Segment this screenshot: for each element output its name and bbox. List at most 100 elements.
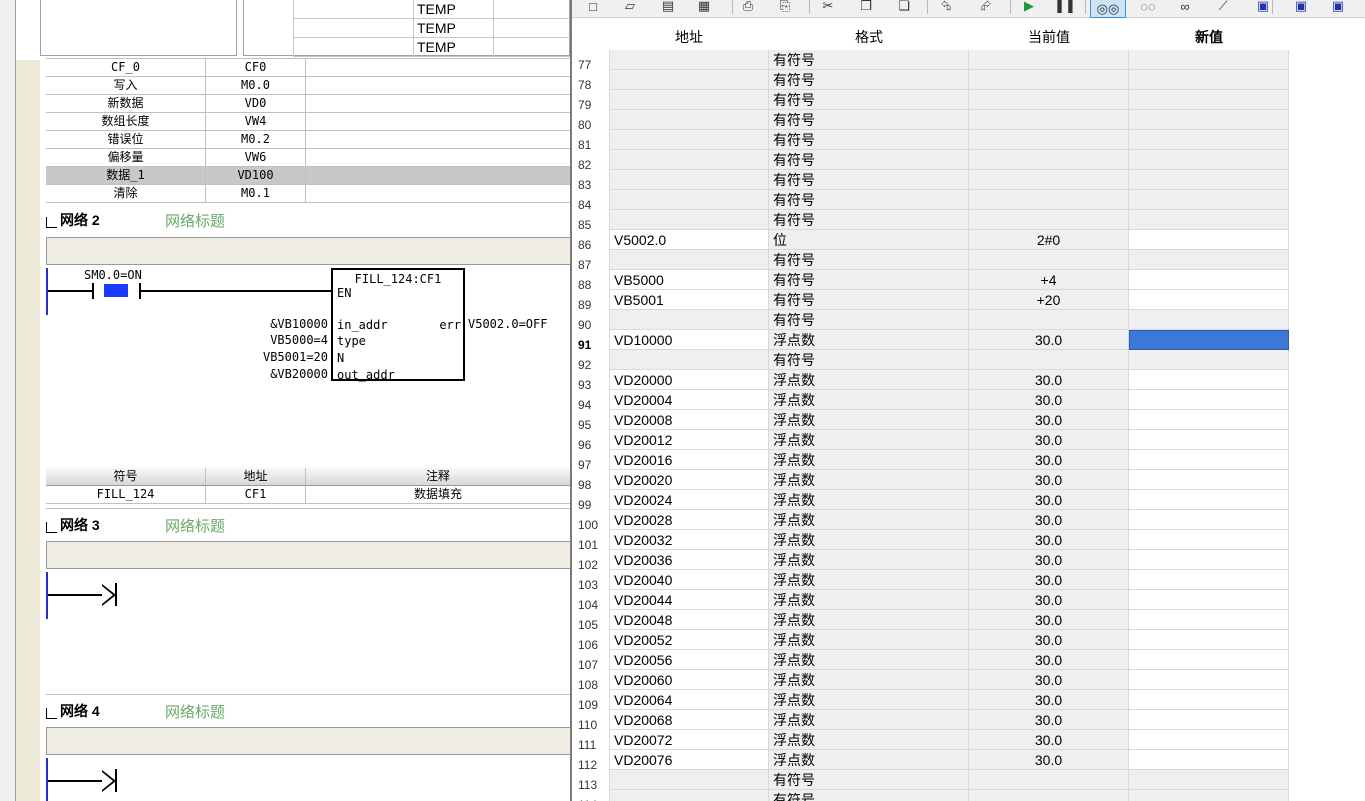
lock-icon[interactable]: ▣ [1254, 0, 1272, 14]
format-cell[interactable]: 浮点数 [769, 550, 969, 570]
new-value-cell[interactable] [1129, 590, 1289, 610]
new-value-cell[interactable] [1129, 290, 1289, 310]
format-cell[interactable]: 浮点数 [769, 750, 969, 770]
save-icon[interactable]: ▤ [659, 0, 677, 14]
header-address[interactable]: 地址 [609, 26, 769, 50]
contact-on-indicator[interactable] [104, 284, 128, 297]
format-cell[interactable]: 有符号 [769, 170, 969, 190]
format-cell[interactable]: 浮点数 [769, 570, 969, 590]
format-cell[interactable]: 浮点数 [769, 410, 969, 430]
new-value-cell[interactable] [1129, 610, 1289, 630]
format-cell[interactable]: 有符号 [769, 50, 969, 70]
format-cell[interactable]: 浮点数 [769, 650, 969, 670]
format-cell[interactable]: 有符号 [769, 310, 969, 330]
stop-icon[interactable]: ❚❚ [1054, 0, 1076, 14]
new-value-cell[interactable] [1129, 190, 1289, 210]
network-4-comment[interactable] [46, 727, 570, 755]
new-value-cell[interactable] [1129, 450, 1289, 470]
chart-row[interactable]: 113 有符号 [572, 770, 1365, 790]
address-cell[interactable] [609, 150, 769, 170]
chart-row[interactable]: 112 VD20076 浮点数 30.0 [572, 750, 1365, 770]
new-value-cell[interactable] [1129, 130, 1289, 150]
format-cell[interactable]: 浮点数 [769, 430, 969, 450]
address-cell[interactable] [609, 110, 769, 130]
paste-icon[interactable]: ❏ [895, 0, 913, 14]
fill-124-block[interactable]: FILL_124:CF1 EN in_addr type N out_addr … [331, 268, 465, 382]
address-cell[interactable]: VD20000 [609, 370, 769, 390]
new-value-cell[interactable] [1129, 630, 1289, 650]
lad-editor[interactable]: TEMP TEMP TEMP CF_0 CF0 写入 M0.0 新数据 VD0 数组长度 VW… [0, 0, 570, 801]
write-all-icon[interactable]: ∞ [1176, 0, 1194, 14]
chart-row[interactable]: 104 VD20044 浮点数 30.0 [572, 590, 1365, 610]
table-row[interactable]: CF_0 CF0 [46, 59, 570, 77]
collapse-icon[interactable] [46, 216, 57, 228]
table-row[interactable]: 数组长度 VW4 [46, 113, 570, 131]
table-row[interactable]: 写入 M0.0 [46, 77, 570, 95]
format-cell[interactable]: 浮点数 [769, 710, 969, 730]
chart-row[interactable]: 102 VD20036 浮点数 30.0 [572, 550, 1365, 570]
chart-row[interactable]: 81 有符号 [572, 130, 1365, 150]
format-cell[interactable]: 浮点数 [769, 370, 969, 390]
format-cell[interactable]: 有符号 [769, 70, 969, 90]
new-value-cell[interactable] [1129, 470, 1289, 490]
chart-row[interactable]: 85 有符号 [572, 210, 1365, 230]
new-value-cell[interactable] [1129, 310, 1289, 330]
format-cell[interactable]: 浮点数 [769, 470, 969, 490]
table-row[interactable]: 数据_1 VD100 [46, 167, 570, 185]
new-value-cell[interactable] [1129, 730, 1289, 750]
chart-status-icon[interactable]: ◎◎ [1090, 0, 1126, 18]
format-cell[interactable]: 有符号 [769, 290, 969, 310]
new-value-cell[interactable] [1129, 350, 1289, 370]
new-value-cell[interactable] [1129, 550, 1289, 570]
format-cell[interactable]: 浮点数 [769, 330, 969, 350]
chart-row[interactable]: 106 VD20052 浮点数 30.0 [572, 630, 1365, 650]
address-cell[interactable] [609, 310, 769, 330]
network-2-header[interactable]: 网络 2 网络标题 [46, 210, 225, 230]
network-4-header[interactable]: 网络 4 网络标题 [46, 701, 225, 721]
network-3-header[interactable]: 网络 3 网络标题 [46, 515, 225, 535]
format-cell[interactable]: 有符号 [769, 350, 969, 370]
new-value-cell[interactable] [1129, 210, 1289, 230]
status-chart[interactable]: □ ▱ ▤ ▦ ⎙ ⎘ ✂ ❐ ❏ ⮲ ⮳ ▶ ❚❚ ◎◎ ◌◌ ∞ ⟋ ▣ ▣ ▣ 地址 格式 当前值 新值 77 有… [570, 0, 1365, 801]
address-cell[interactable]: VD20012 [609, 430, 769, 450]
chart-row[interactable]: 96 VD20012 浮点数 30.0 [572, 430, 1365, 450]
format-cell[interactable]: 有符号 [769, 270, 969, 290]
address-cell[interactable]: VD20024 [609, 490, 769, 510]
chart-row[interactable]: 108 VD20060 浮点数 30.0 [572, 670, 1365, 690]
chart-row[interactable]: 91 VD10000 浮点数 30.0 [572, 330, 1365, 350]
format-cell[interactable]: 有符号 [769, 790, 969, 801]
format-cell[interactable]: 浮点数 [769, 670, 969, 690]
read-all-forced-icon[interactable]: ▣ [1329, 0, 1347, 14]
redo-icon[interactable]: ⮳ [977, 0, 995, 14]
network-subtitle[interactable]: 网络标题 [165, 515, 225, 536]
new-value-cell[interactable] [1129, 530, 1289, 550]
new-value-cell[interactable] [1129, 510, 1289, 530]
address-cell[interactable]: VD20060 [609, 670, 769, 690]
chart-row[interactable]: 100 VD20028 浮点数 30.0 [572, 510, 1365, 530]
chart-row[interactable]: 83 有符号 [572, 170, 1365, 190]
chart-row[interactable]: 101 VD20032 浮点数 30.0 [572, 530, 1365, 550]
new-value-cell[interactable] [1129, 650, 1289, 670]
network-3-comment[interactable] [46, 541, 570, 569]
open-icon[interactable]: ▱ [621, 0, 639, 14]
chart-row[interactable]: 111 VD20072 浮点数 30.0 [572, 730, 1365, 750]
address-cell[interactable]: VD20032 [609, 530, 769, 550]
new-value-cell[interactable] [1129, 710, 1289, 730]
chart-row[interactable]: 90 有符号 [572, 310, 1365, 330]
chart-row[interactable]: 87 有符号 [572, 250, 1365, 270]
table-row[interactable]: 偏移量 VW6 [46, 149, 570, 167]
address-cell[interactable]: VD20072 [609, 730, 769, 750]
new-icon[interactable]: □ [584, 0, 602, 14]
format-cell[interactable]: 浮点数 [769, 490, 969, 510]
chart-row[interactable]: 109 VD20064 浮点数 30.0 [572, 690, 1365, 710]
chart-row[interactable]: 79 有符号 [572, 90, 1365, 110]
input-out-addr[interactable]: &VB20000 [270, 367, 328, 381]
address-cell[interactable] [609, 250, 769, 270]
format-cell[interactable]: 有符号 [769, 150, 969, 170]
new-value-cell[interactable] [1129, 570, 1289, 590]
chart-row[interactable]: 94 VD20004 浮点数 30.0 [572, 390, 1365, 410]
chart-row[interactable]: 86 V5002.0 位 2#0 [572, 230, 1365, 250]
new-value-cell[interactable] [1129, 50, 1289, 70]
address-cell[interactable] [609, 130, 769, 150]
chart-row[interactable]: 114 有符号 [572, 790, 1365, 801]
